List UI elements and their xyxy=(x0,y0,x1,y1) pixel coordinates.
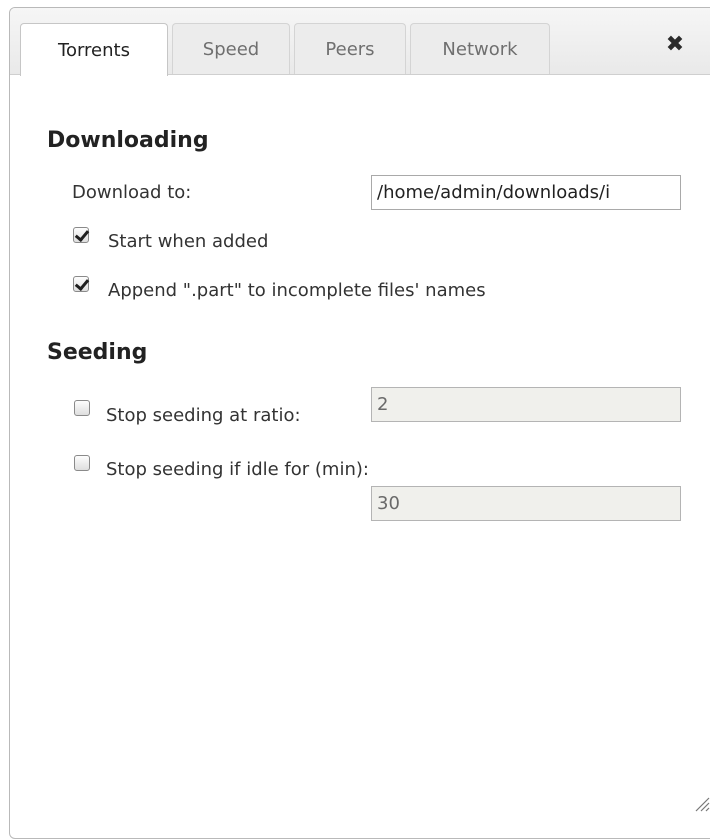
stop-at-ratio-label: Stop seeding at ratio: xyxy=(106,405,301,426)
tab-network[interactable]: Network xyxy=(410,23,550,74)
tab-label: Torrents xyxy=(58,39,130,61)
seeding-heading: Seeding xyxy=(47,340,148,365)
start-when-added-label: Start when added xyxy=(108,231,269,252)
ratio-input[interactable] xyxy=(371,387,681,422)
idle-minutes-input[interactable] xyxy=(371,486,681,521)
tab-label: Peers xyxy=(325,38,375,60)
download-to-input[interactable] xyxy=(371,175,681,210)
resize-grip-icon[interactable] xyxy=(692,794,710,812)
stop-if-idle-checkbox[interactable] xyxy=(74,455,90,471)
tab-torrents[interactable]: Torrents xyxy=(20,23,168,76)
close-icon[interactable]: ✖ xyxy=(664,34,686,56)
downloading-heading: Downloading xyxy=(47,128,209,153)
append-part-label: Append ".part" to incomplete files' name… xyxy=(108,280,486,301)
tab-label: Speed xyxy=(202,38,260,60)
stop-at-ratio-checkbox[interactable] xyxy=(74,400,90,416)
stop-if-idle-label: Stop seeding if idle for (min): xyxy=(106,459,369,480)
tab-speed[interactable]: Speed xyxy=(172,23,290,74)
tab-peers[interactable]: Peers xyxy=(294,23,406,74)
download-to-label: Download to: xyxy=(72,182,192,203)
append-part-checkbox[interactable] xyxy=(73,276,89,292)
tab-bar: Torrents Speed Peers Network xyxy=(10,8,710,76)
tab-label: Network xyxy=(442,38,518,60)
start-when-added-checkbox[interactable] xyxy=(73,227,89,243)
